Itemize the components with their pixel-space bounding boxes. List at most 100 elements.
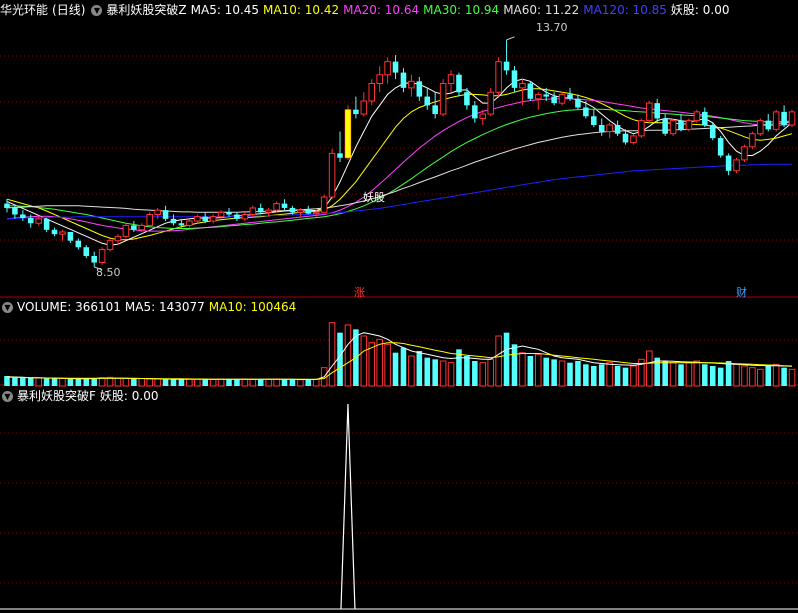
candle-body [479, 113, 487, 119]
indicator-spike [340, 403, 356, 610]
candle-body [353, 109, 359, 115]
volume-bar [447, 362, 455, 387]
candle-body [257, 207, 264, 213]
candle-body [368, 83, 376, 102]
volume-bar [693, 360, 701, 387]
period-label: (日线) [52, 3, 86, 17]
volume-bar [630, 365, 637, 387]
volume-bar [194, 378, 201, 387]
volume-bar [717, 367, 724, 386]
candle-body [669, 120, 677, 135]
volume-bar [43, 378, 50, 386]
candle-body [567, 94, 573, 99]
volume-bar [678, 364, 684, 386]
chevron-down-icon[interactable]: ▼ [2, 391, 13, 402]
candle-body [43, 218, 50, 230]
volume-header: ▼ VOLUME: 366101 MA5: 143077 MA10: 100464 [0, 299, 300, 315]
volume-bar [241, 378, 249, 387]
volume-bar [98, 377, 106, 387]
volume-bar [154, 378, 161, 387]
volume-bar [20, 377, 26, 386]
volume-bar [312, 379, 320, 387]
candle-body [273, 203, 280, 211]
volume-bar [527, 356, 534, 386]
candle-body [376, 74, 383, 85]
candle-body [709, 124, 716, 139]
volume-ma5: MA5: 143077 [124, 300, 205, 314]
indicator-title[interactable]: 暴利妖股突破F [17, 389, 96, 403]
candle-body [305, 210, 312, 214]
ma60-label: MA60: 11.22 [503, 3, 580, 17]
ma120-label: MA120: 10.85 [583, 3, 667, 17]
candle-body [328, 152, 336, 198]
volume-bar [360, 335, 368, 387]
candle-body [209, 216, 217, 222]
candle-body [194, 216, 201, 222]
volume-bar [12, 376, 18, 386]
volume-bar [146, 378, 153, 387]
candle-body [678, 120, 684, 130]
volume-bar [384, 343, 391, 387]
volume-bar [234, 379, 240, 386]
candle-body [265, 209, 272, 213]
price-header: 华光环能 (日线) ▼ 暴利妖股突破Z MA5: 10.45 MA10: 10.42 MA2… [0, 2, 734, 18]
candle-body [400, 72, 407, 88]
candle-body [733, 159, 740, 172]
volume-bar [162, 379, 169, 386]
candle-body [106, 240, 114, 250]
candle-body [320, 196, 328, 213]
indicator-value: 妖股: 0.00 [99, 389, 159, 403]
candle-body [20, 214, 26, 218]
candle-body [217, 211, 225, 218]
volume-bar [281, 379, 288, 386]
volume-bar [788, 368, 796, 387]
candle-body [685, 120, 693, 130]
candle-body [646, 102, 653, 122]
candle-body [717, 138, 724, 156]
high-marker [506, 36, 515, 41]
volume-title: VOLUME: 366101 [17, 300, 121, 314]
indicator-name[interactable]: 暴利妖股突破Z [106, 3, 186, 17]
candle-body [67, 231, 74, 241]
candle-body [503, 61, 510, 71]
volume-bar [583, 364, 589, 386]
volume-bar [495, 335, 502, 387]
signal-bar [345, 109, 351, 158]
volume-bar [741, 365, 748, 387]
candle-body [551, 96, 557, 104]
volume-bar [606, 362, 613, 387]
candle-body [122, 224, 130, 237]
chevron-down-icon[interactable]: ▼ [91, 5, 103, 16]
candle-body [75, 240, 82, 248]
candle-body [392, 61, 399, 73]
low-price-label: 8.50 [96, 266, 121, 279]
candle-body [408, 80, 415, 89]
candle-body [424, 96, 431, 106]
candle-body [12, 207, 18, 215]
candle-body [138, 224, 146, 231]
candle-body [543, 94, 549, 97]
volume-bar [217, 378, 225, 387]
candle-body [606, 124, 613, 133]
volume-bar [591, 366, 597, 386]
volume-bar [122, 377, 130, 387]
volume-bar [757, 368, 764, 387]
volume-bar [464, 356, 470, 386]
volume-bar [392, 352, 399, 386]
volume-bar [408, 355, 415, 387]
candle-body [772, 111, 780, 130]
volume-bar [376, 338, 383, 387]
volume-bar [669, 362, 677, 387]
candle-body [558, 93, 566, 104]
candle-body [725, 155, 732, 171]
candle-body [83, 247, 90, 256]
candle-body [146, 214, 153, 226]
candle-body [534, 93, 542, 100]
chevron-down-icon[interactable]: ▼ [2, 302, 13, 313]
volume-bar [170, 379, 177, 386]
volume-bar [202, 379, 208, 386]
volume-bar [75, 379, 82, 386]
candle-body [630, 135, 637, 143]
volume-bar [709, 366, 716, 386]
candle-body [241, 214, 249, 220]
